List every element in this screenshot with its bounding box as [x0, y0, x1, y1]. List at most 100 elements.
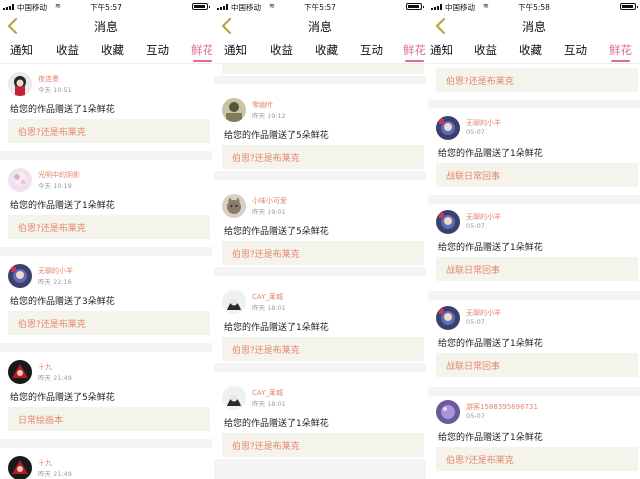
- user-name[interactable]: 无聊的小羊: [466, 212, 501, 222]
- flower-message: 给您的作品赠送了1朵鲜花: [10, 105, 115, 115]
- user-name[interactable]: 无聊的小羊: [38, 266, 73, 276]
- tab-flowers-label: 鲜花: [403, 43, 426, 57]
- list-item: 十九 昨天 21:49: [0, 448, 212, 479]
- user-name[interactable]: CAY_莱城: [252, 388, 283, 398]
- nav-bar: 消息: [0, 14, 212, 38]
- avatar-purple-icon: [436, 400, 460, 424]
- screenshot-panel-1: 中国移动 ≋ 下午5:57 消息 通知 收益 收藏 互动 鲜花 夜连墨 今天 1…: [0, 0, 212, 479]
- timestamp: 昨天 21:49: [38, 374, 72, 382]
- work-link[interactable]: 战联日常回事: [436, 257, 638, 281]
- tab-notify[interactable]: 通知: [224, 42, 247, 58]
- list-item: 无聊的小羊 昨天 22:16 给您的作品赠送了3朵鲜花 伯恩?还是布莱克: [0, 256, 212, 343]
- tab-earnings[interactable]: 收益: [270, 42, 293, 58]
- work-link[interactable]: 伯恩?还是布莱克: [222, 337, 424, 361]
- avatar[interactable]: [436, 116, 460, 140]
- tab-notify[interactable]: 通知: [430, 42, 453, 58]
- timestamp: 昨天 18:01: [252, 400, 286, 408]
- tab-interaction[interactable]: 互动: [360, 42, 383, 58]
- avatar[interactable]: [436, 306, 460, 330]
- user-name[interactable]: 光明中的阴影: [38, 170, 80, 180]
- tab-flowers-label: 鲜花: [609, 43, 632, 57]
- avatar[interactable]: [8, 168, 32, 192]
- screenshot-panel-2: 中国移动 ≋ 下午5:57 消息 通知 收益 收藏 互动 鲜花 零幽叶 昨天 1…: [214, 0, 426, 479]
- work-title: 伯恩?还是布莱克: [18, 128, 86, 138]
- tab-favorites[interactable]: 收藏: [315, 42, 338, 58]
- work-title: 战联日常回事: [446, 362, 501, 372]
- avatar[interactable]: [8, 264, 32, 288]
- user-name[interactable]: 无聊的小羊: [466, 118, 501, 128]
- avatar-red-icon: [8, 456, 32, 479]
- user-name[interactable]: 夜连墨: [38, 74, 59, 84]
- screenshot-panel-3: 中国移动 ≋ 下午5:58 消息 通知 收益 收藏 互动 鲜花 伯恩?还是布莱克…: [428, 0, 640, 479]
- work-link[interactable]: [222, 64, 424, 74]
- work-link[interactable]: 伯恩?还是布莱克: [222, 145, 424, 169]
- tab-earnings[interactable]: 收益: [56, 42, 79, 58]
- timestamp: 今天 10:51: [38, 86, 72, 94]
- list-item: 伯恩?还是布莱克: [428, 64, 640, 100]
- status-bar: 中国移动 ≋ 下午5:58: [428, 0, 640, 14]
- avatar-red-icon: [8, 360, 32, 384]
- tab-flowers[interactable]: 鲜花: [191, 42, 212, 62]
- list-item: 游客1588395696731 05-07 给您的作品赠送了1朵鲜花 伯恩?还是…: [428, 396, 640, 479]
- work-link[interactable]: 伯恩?还是布莱克: [436, 68, 638, 92]
- tab-bar: 通知 收益 收藏 互动 鲜花: [0, 38, 212, 64]
- user-name[interactable]: 无聊的小羊: [466, 308, 501, 318]
- work-link[interactable]: 伯恩?还是布莱克: [436, 447, 638, 471]
- tab-favorites[interactable]: 收藏: [519, 42, 542, 58]
- tab-notify[interactable]: 通知: [10, 42, 33, 58]
- timestamp: 昨天 18:01: [252, 304, 286, 312]
- tab-favorites[interactable]: 收藏: [101, 42, 124, 58]
- work-title: 伯恩?还是布莱克: [18, 320, 86, 330]
- user-name[interactable]: 十九: [38, 362, 52, 372]
- work-link[interactable]: 伯恩?还是布莱克: [8, 215, 210, 239]
- timestamp: 05-07: [466, 222, 485, 230]
- avatar[interactable]: [436, 400, 460, 424]
- page-title: 消息: [307, 20, 332, 34]
- avatar[interactable]: [8, 456, 32, 479]
- avatar[interactable]: [8, 72, 32, 96]
- work-link[interactable]: 日常绘画本: [8, 407, 210, 431]
- page-title: 消息: [93, 20, 118, 34]
- work-link[interactable]: 伯恩?还是布莱克: [222, 433, 424, 457]
- tab-interaction[interactable]: 互动: [564, 42, 587, 58]
- flower-message: 给您的作品赠送了5朵鲜花: [224, 131, 329, 141]
- work-title: 战联日常回事: [446, 266, 501, 276]
- message-list: 夜连墨 今天 10:51 给您的作品赠送了1朵鲜花 伯恩?还是布莱克 光明中的阴…: [0, 64, 212, 479]
- avatar-bw2-icon: [222, 386, 246, 410]
- avatar-cat-icon: [222, 194, 246, 218]
- work-link[interactable]: 伯恩?还是布莱克: [8, 119, 210, 143]
- user-name[interactable]: 小味小可爱: [252, 196, 287, 206]
- work-title: 战联日常回事: [446, 172, 501, 182]
- flower-message: 给您的作品赠送了5朵鲜花: [10, 393, 115, 403]
- list-item: 零幽叶 昨天 19:12 给您的作品赠送了5朵鲜花 伯恩?还是布莱克: [214, 84, 426, 171]
- user-name[interactable]: 游客1588395696731: [466, 402, 538, 412]
- work-link[interactable]: 战联日常回事: [436, 353, 638, 377]
- work-link[interactable]: 战联日常回事: [436, 163, 638, 187]
- avatar[interactable]: [436, 210, 460, 234]
- tab-earnings[interactable]: 收益: [474, 42, 497, 58]
- work-title: 伯恩?还是布莱克: [446, 77, 514, 87]
- battery-icon: [406, 3, 424, 10]
- avatar[interactable]: [8, 360, 32, 384]
- user-name[interactable]: 十九: [38, 458, 52, 468]
- list-item: 十九 昨天 21:49 给您的作品赠送了5朵鲜花 日常绘画本: [0, 352, 212, 439]
- timestamp: 05-07: [466, 128, 485, 136]
- avatar[interactable]: [222, 386, 246, 410]
- work-title: 伯恩?还是布莱克: [232, 154, 300, 164]
- timestamp: 05-07: [466, 412, 485, 420]
- user-name[interactable]: CAY_莱城: [252, 292, 283, 302]
- user-name[interactable]: 零幽叶: [252, 100, 273, 110]
- list-item: 夜连墨 今天 10:51 给您的作品赠送了1朵鲜花 伯恩?还是布莱克: [0, 64, 212, 151]
- avatar[interactable]: [222, 194, 246, 218]
- avatar[interactable]: [222, 290, 246, 314]
- active-tab-underline: [193, 60, 212, 62]
- work-link[interactable]: 伯恩?还是布莱克: [8, 311, 210, 335]
- active-tab-underline: [611, 60, 630, 62]
- work-title: 伯恩?还是布莱克: [232, 250, 300, 260]
- list-item: 小味小可爱 昨天 19:01 给您的作品赠送了5朵鲜花 伯恩?还是布莱克: [214, 180, 426, 267]
- tab-flowers[interactable]: 鲜花: [609, 42, 632, 62]
- tab-interaction[interactable]: 互动: [146, 42, 169, 58]
- work-link[interactable]: 伯恩?还是布莱克: [222, 241, 424, 265]
- tab-flowers[interactable]: 鲜花: [403, 42, 426, 62]
- avatar[interactable]: [222, 98, 246, 122]
